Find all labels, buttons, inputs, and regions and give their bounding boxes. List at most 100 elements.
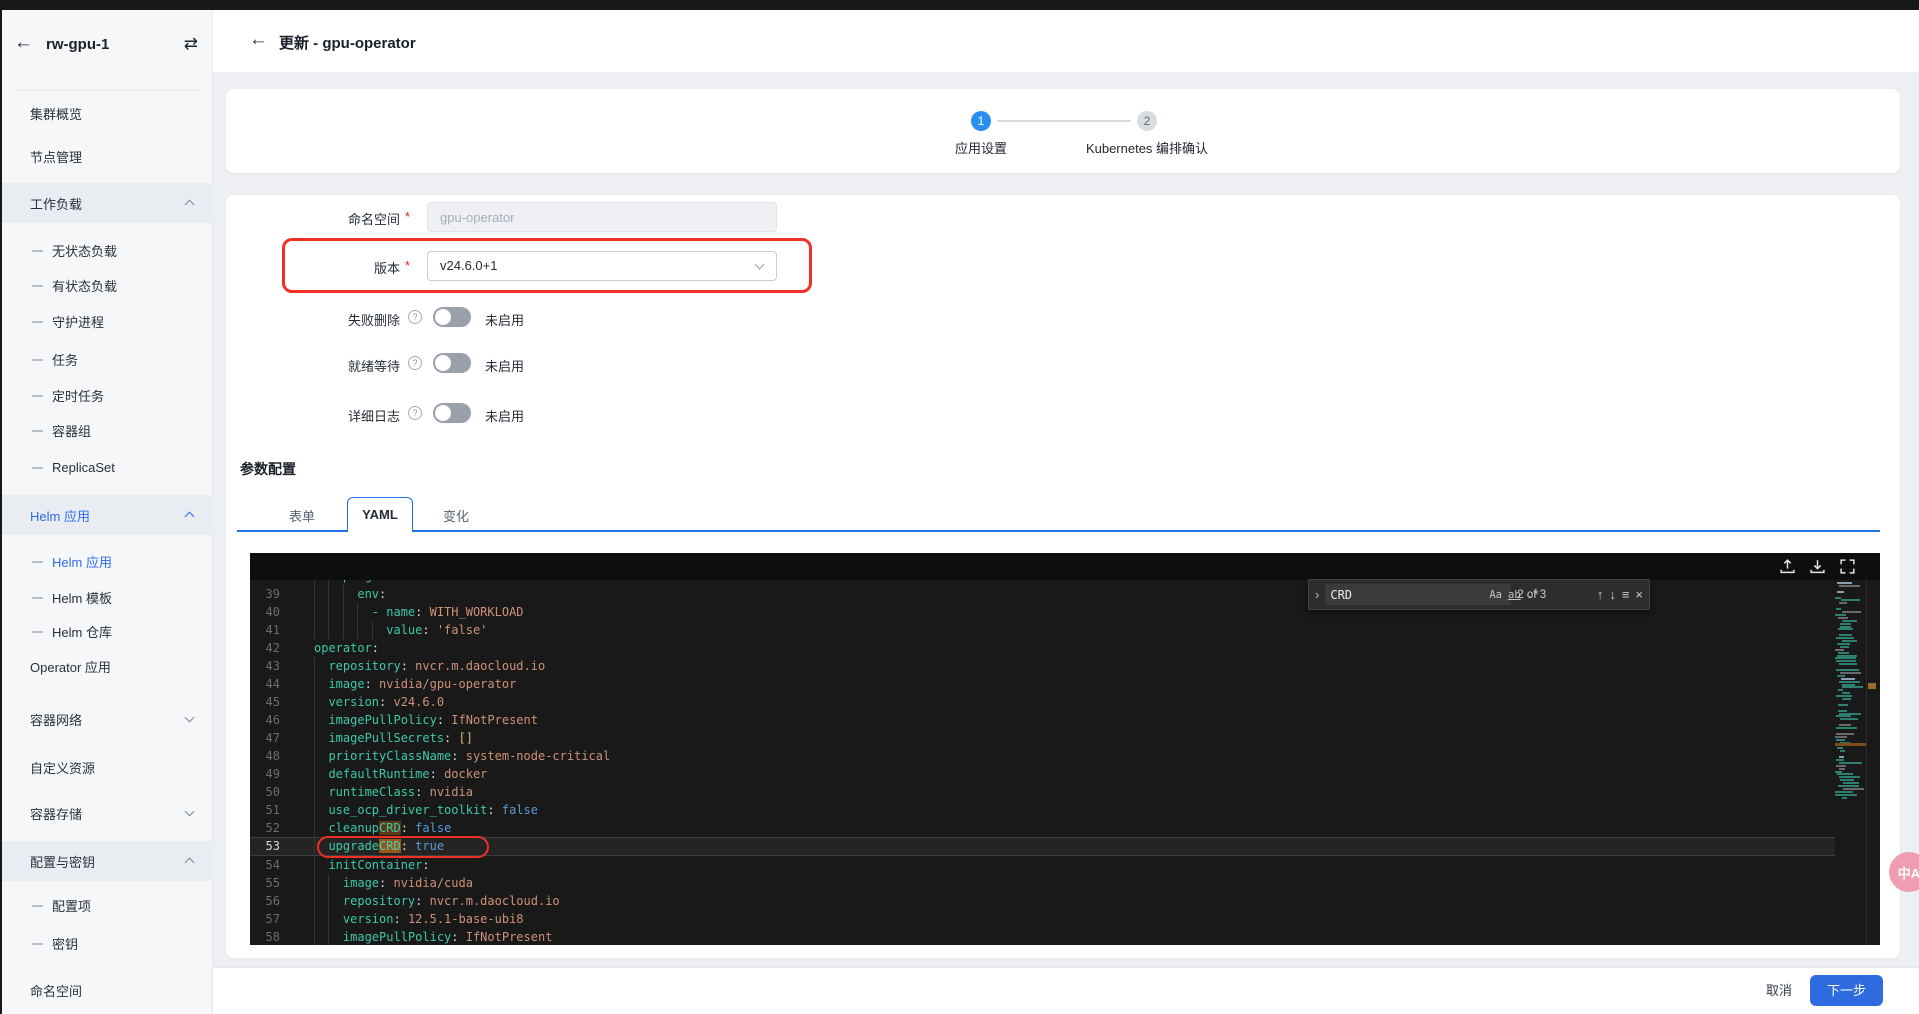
indent-guide <box>343 621 344 639</box>
sidebar-item-4[interactable]: 有状态负载 <box>2 267 213 303</box>
tab-form[interactable]: 表单 <box>277 506 327 525</box>
sidebar-item-16[interactable]: 自定义资源 <box>2 748 213 786</box>
fullscreen-icon[interactable] <box>1839 558 1856 575</box>
code-line-44: 44 image: nvidia/gpu-operator <box>250 675 1835 693</box>
indent-guide <box>314 819 315 837</box>
sidebar-item-5[interactable]: 守护进程 <box>2 303 213 339</box>
minimap-line <box>1837 591 1845 593</box>
code-token: : <box>430 767 444 781</box>
code-token <box>314 839 328 853</box>
code-token <box>314 659 328 673</box>
match-case-icon[interactable]: Aa <box>1489 589 1502 601</box>
yaml-editor[interactable]: 38 plugin:39 env:40 - name: WITH_WORKLOA… <box>250 553 1880 945</box>
line-number: 58 <box>250 928 280 945</box>
dash-icon <box>32 395 43 397</box>
indent-guide <box>357 621 358 639</box>
indent-guide <box>314 657 315 675</box>
sidebar-item-11[interactable]: Helm 应用 <box>2 543 213 579</box>
namespace-input[interactable] <box>427 202 777 232</box>
sidebar-item-2[interactable]: 工作负载 <box>2 183 213 223</box>
minimap-line <box>1835 736 1847 738</box>
code-token: : <box>415 785 429 799</box>
failed-delete-toggle[interactable] <box>433 307 471 327</box>
cluster-name: rw-gpu-1 <box>46 36 109 53</box>
code-text: cleanupCRD: false <box>314 819 451 837</box>
form-card: 命名空间 * 版本 * v24.6.0+1 失败删除 ? 未启用 就绪等待 ? … <box>226 195 1900 958</box>
minimap-line <box>1842 611 1862 613</box>
code-token: nvcr.m.daocloud.io <box>415 659 545 673</box>
toggle-knob <box>435 355 451 371</box>
overview-ruler[interactable] <box>1866 553 1880 945</box>
upload-icon[interactable] <box>1779 558 1796 575</box>
line-number: 39 <box>250 585 280 603</box>
sidebar-item-18[interactable]: 配置与密钥 <box>2 841 213 881</box>
sidebar-item-1[interactable]: 节点管理 <box>2 137 213 175</box>
find-next-icon[interactable]: ↓ <box>1609 587 1616 602</box>
tab-yaml[interactable]: YAML <box>347 497 413 532</box>
version-select[interactable]: v24.6.0+1 <box>427 251 777 281</box>
code-token <box>314 713 328 727</box>
sidebar-back-icon[interactable]: ← <box>14 32 33 54</box>
download-icon[interactable] <box>1809 558 1826 575</box>
find-expand-icon[interactable]: › <box>1315 587 1319 602</box>
code-token: priorityClassName <box>328 749 451 763</box>
sidebar-item-12[interactable]: Helm 模板 <box>2 579 213 615</box>
find-input[interactable] <box>1330 588 1483 602</box>
ready-wait-toggle[interactable] <box>433 353 471 373</box>
minimap-line <box>1839 663 1858 665</box>
sidebar-item-label: 守护进程 <box>2 312 104 331</box>
minimap-line <box>1842 692 1850 694</box>
sidebar-item-19[interactable]: 配置项 <box>2 887 213 923</box>
editor-toolbar <box>250 553 1880 580</box>
code-lines: 38 plugin:39 env:40 - name: WITH_WORKLOA… <box>250 580 1880 945</box>
sidebar-item-9[interactable]: ReplicaSet <box>2 449 213 485</box>
help-icon[interactable]: ? <box>408 356 422 370</box>
sidebar-item-8[interactable]: 容器组 <box>2 412 213 448</box>
indent-guide <box>328 910 329 928</box>
help-icon[interactable]: ? <box>408 406 422 420</box>
code-token: false <box>415 821 451 835</box>
code-token: true <box>415 839 444 853</box>
sidebar-item-6[interactable]: 任务 <box>2 341 213 377</box>
minimap-line <box>1841 599 1859 601</box>
code-line-52: 52 cleanupCRD: false <box>250 819 1835 837</box>
minimap[interactable] <box>1835 582 1866 945</box>
cancel-button[interactable]: 取消 <box>1757 978 1801 1004</box>
switch-cluster-icon[interactable]: ⇄ <box>184 34 198 54</box>
back-icon[interactable]: ← <box>249 29 268 51</box>
find-input-box: Aa ab .* <box>1325 584 1511 605</box>
minimap-line <box>1835 771 1841 773</box>
indent-guide <box>357 603 358 621</box>
find-prev-icon[interactable]: ↑ <box>1597 587 1604 602</box>
step-2-circle: 2 <box>1137 111 1157 131</box>
line-number: 56 <box>250 892 280 910</box>
sidebar-item-0[interactable]: 集群概览 <box>2 94 213 132</box>
line-number: 49 <box>250 765 280 783</box>
verbose-log-toggle[interactable] <box>433 403 471 423</box>
code-viewport[interactable]: 38 plugin:39 env:40 - name: WITH_WORKLOA… <box>250 580 1880 945</box>
find-close-icon[interactable]: × <box>1635 587 1643 602</box>
minimap-line <box>1836 637 1855 639</box>
indent-guide <box>314 892 315 910</box>
sidebar-item-17[interactable]: 容器存储 <box>2 794 213 832</box>
sidebar-item-21[interactable]: 命名空间 <box>2 971 213 1009</box>
top-black-bar <box>0 0 1919 10</box>
sidebar-item-label: Helm 应用 <box>2 506 90 525</box>
toggle-label: 失败删除 <box>250 310 400 329</box>
help-icon[interactable]: ? <box>408 310 422 324</box>
sidebar-item-label: 配置项 <box>2 896 91 915</box>
next-step-button[interactable]: 下一步 <box>1810 975 1883 1006</box>
tab-diff[interactable]: 变化 <box>431 506 481 525</box>
sidebar-item-13[interactable]: Helm 仓库 <box>2 613 213 649</box>
find-in-selection-icon[interactable]: ≡ <box>1622 587 1630 602</box>
sidebar-item-3[interactable]: 无状态负载 <box>2 232 213 268</box>
chevron-up-icon <box>185 200 195 210</box>
code-token: WITH_WORKLOAD <box>430 605 524 619</box>
sidebar-item-10[interactable]: Helm 应用 <box>2 495 213 535</box>
sidebar-item-20[interactable]: 密钥 <box>2 925 213 961</box>
stepper-card: 1 2 应用设置 Kubernetes 编排确认 <box>226 89 1900 173</box>
sidebar-item-15[interactable]: 容器网络 <box>2 700 213 738</box>
sidebar-item-7[interactable]: 定时任务 <box>2 377 213 413</box>
code-text: imagePullPolicy: IfNotPresent <box>314 711 538 729</box>
sidebar-item-14[interactable]: Operator 应用 <box>2 647 213 685</box>
